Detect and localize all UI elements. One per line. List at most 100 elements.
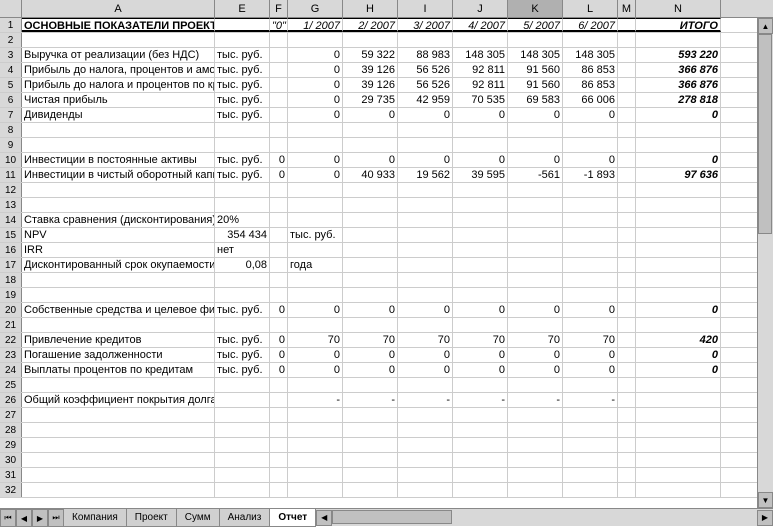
cell-unit[interactable]	[215, 318, 270, 332]
scroll-left-button[interactable]: ◀	[316, 510, 332, 526]
cell-unit[interactable]: тыс. руб.	[215, 168, 270, 182]
cell-label[interactable]	[22, 453, 215, 467]
cell[interactable]	[398, 408, 453, 422]
cell-value[interactable]: 0,08	[215, 258, 270, 272]
cell[interactable]: 0	[270, 363, 288, 377]
row-number[interactable]: 10	[0, 153, 22, 167]
cell[interactable]	[636, 258, 721, 272]
cell[interactable]: 0	[508, 303, 563, 317]
cell-total[interactable]: 278 818	[636, 93, 721, 107]
tab-first-button[interactable]: ⏮	[0, 509, 16, 527]
cell-label[interactable]: Собственные средства и целевое финансиро…	[22, 303, 215, 317]
row-number[interactable]: 8	[0, 123, 22, 137]
col-header-F[interactable]: F	[270, 0, 288, 17]
cell[interactable]: -	[563, 393, 618, 407]
cell[interactable]	[288, 483, 343, 497]
cell[interactable]: 29 735	[343, 93, 398, 107]
cell-label[interactable]: Привлечение кредитов	[22, 333, 215, 347]
cell[interactable]	[508, 258, 563, 272]
cell-label[interactable]	[22, 138, 215, 152]
cell[interactable]: 0	[398, 153, 453, 167]
row-number[interactable]: 18	[0, 273, 22, 287]
cell[interactable]	[563, 273, 618, 287]
row-number[interactable]: 4	[0, 63, 22, 77]
cell[interactable]: 0	[288, 363, 343, 377]
col-header-A[interactable]: A	[22, 0, 215, 17]
cell[interactable]	[618, 198, 636, 212]
sheet-tab[interactable]: Отчет	[269, 509, 316, 527]
cell[interactable]: 6/ 2007	[563, 18, 618, 32]
cell[interactable]	[288, 33, 343, 47]
cell[interactable]: 66 006	[563, 93, 618, 107]
cell[interactable]	[618, 138, 636, 152]
cell[interactable]	[563, 423, 618, 437]
cell[interactable]	[343, 378, 398, 392]
cell[interactable]	[453, 423, 508, 437]
cell[interactable]	[508, 378, 563, 392]
cell[interactable]: 92 811	[453, 63, 508, 77]
cell[interactable]: 70	[343, 333, 398, 347]
cell[interactable]	[508, 33, 563, 47]
sheet-tab[interactable]: Сумм	[176, 509, 220, 527]
cell-label[interactable]: Чистая прибыль	[22, 93, 215, 107]
cell[interactable]	[453, 438, 508, 452]
cell[interactable]	[508, 438, 563, 452]
cell[interactable]	[563, 408, 618, 422]
cell[interactable]: 39 595	[453, 168, 508, 182]
cell[interactable]: 0	[270, 333, 288, 347]
cell-total[interactable]: 366 876	[636, 78, 721, 92]
cell[interactable]	[563, 318, 618, 332]
cell[interactable]	[563, 33, 618, 47]
cell-unit[interactable]: тыс. руб.	[215, 153, 270, 167]
cell[interactable]	[563, 123, 618, 137]
cell[interactable]	[270, 33, 288, 47]
cell[interactable]: 0	[343, 303, 398, 317]
cell[interactable]: 70	[563, 333, 618, 347]
cell[interactable]: -1 893	[563, 168, 618, 182]
cell[interactable]	[618, 408, 636, 422]
cell[interactable]: 148 305	[508, 48, 563, 62]
cell[interactable]	[398, 138, 453, 152]
cell[interactable]	[453, 408, 508, 422]
cell[interactable]	[22, 33, 215, 47]
cell[interactable]	[398, 213, 453, 227]
cell[interactable]	[343, 288, 398, 302]
cell[interactable]	[215, 33, 270, 47]
cell[interactable]	[508, 468, 563, 482]
cell[interactable]	[508, 273, 563, 287]
cell[interactable]	[618, 468, 636, 482]
cell[interactable]	[508, 198, 563, 212]
cell[interactable]: 0	[508, 153, 563, 167]
cell-total[interactable]	[636, 483, 721, 497]
cell-label[interactable]: Инвестиции в постоянные активы	[22, 153, 215, 167]
cell[interactable]	[508, 243, 563, 257]
cell[interactable]: 70 535	[453, 93, 508, 107]
cell-unit[interactable]: тыс. руб.	[215, 78, 270, 92]
cell[interactable]: 0	[270, 303, 288, 317]
cell-unit[interactable]	[215, 423, 270, 437]
cell[interactable]	[453, 33, 508, 47]
cell[interactable]: 0	[343, 108, 398, 122]
cell[interactable]	[270, 108, 288, 122]
cell[interactable]	[343, 258, 398, 272]
cell-total[interactable]: 0	[636, 153, 721, 167]
cell[interactable]: 0	[563, 108, 618, 122]
cell-unit[interactable]	[215, 138, 270, 152]
cell[interactable]: 91 560	[508, 78, 563, 92]
cell[interactable]	[618, 363, 636, 377]
cell[interactable]: 0	[343, 348, 398, 362]
cell-total[interactable]: 0	[636, 108, 721, 122]
row-number[interactable]: 11	[0, 168, 22, 182]
cell[interactable]	[398, 243, 453, 257]
cell[interactable]	[508, 183, 563, 197]
cell[interactable]	[636, 228, 721, 242]
cell[interactable]	[618, 213, 636, 227]
cell[interactable]: 0	[270, 348, 288, 362]
cell-label[interactable]	[22, 123, 215, 137]
cell[interactable]	[398, 438, 453, 452]
cell-unit[interactable]	[215, 468, 270, 482]
cell[interactable]	[270, 408, 288, 422]
cell-unit[interactable]: тыс. руб.	[215, 333, 270, 347]
cell[interactable]	[270, 93, 288, 107]
col-header-K[interactable]: K	[508, 0, 563, 17]
